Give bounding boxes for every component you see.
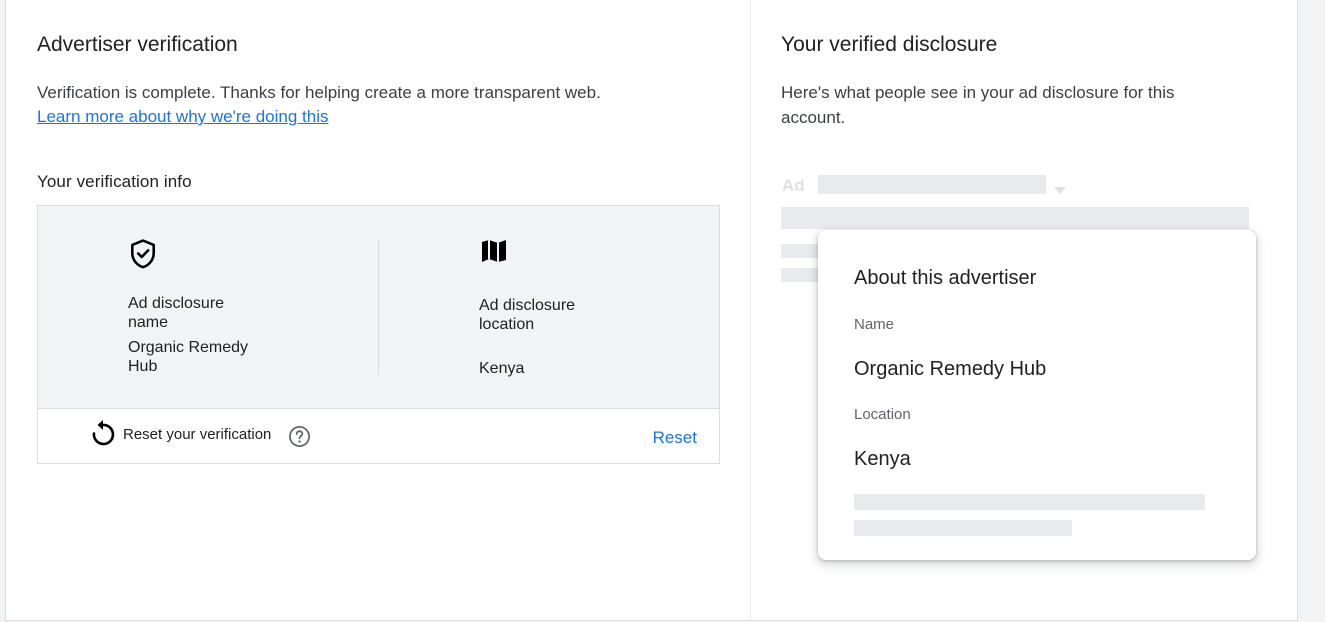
reset-verification-label: Reset your verification — [123, 426, 272, 443]
verification-card: Advertiser verification Verification is … — [5, 0, 1298, 621]
verification-status-text: Verification is complete. Thanks for hel… — [37, 83, 601, 102]
ad-disclosure-name-label: Ad disclosure name — [128, 295, 225, 331]
dropdown-arrow-icon — [1054, 181, 1066, 199]
ad-disclosure-name-value: Organic Remedy Hub — [128, 339, 249, 375]
placeholder-bar — [781, 244, 821, 258]
popup-name-value: Organic Remedy Hub — [854, 358, 1047, 380]
disclosure-description: Here's what people see in your ad disclo… — [781, 83, 1175, 127]
about-advertiser-card: About this advertiser Name Organic Remed… — [818, 230, 1256, 560]
advertiser-verification-title: Advertiser verification — [37, 33, 238, 56]
popup-location-value: Kenya — [854, 448, 911, 470]
verification-info-heading: Your verification info — [37, 172, 192, 191]
verification-info-details: Ad disclosure name Organic Remedy Hub Ad… — [38, 206, 719, 409]
learn-more-link[interactable]: Learn more about why we're doing this — [37, 107, 328, 127]
placeholder-bar — [781, 268, 821, 282]
verified-disclosure-title: Your verified disclosure — [781, 33, 998, 56]
reset-icon — [90, 419, 116, 452]
placeholder-bar — [854, 520, 1072, 536]
placeholder-bar — [781, 207, 1249, 229]
help-icon[interactable] — [288, 425, 311, 453]
placeholder-bar — [818, 175, 1046, 194]
ad-disclosure-location-label: Ad disclosure location — [479, 297, 576, 333]
popup-location-label: Location — [854, 406, 911, 423]
shield-check-icon — [130, 239, 156, 274]
info-column-divider — [378, 239, 379, 375]
ad-badge-placeholder: Ad — [782, 176, 805, 195]
ad-disclosure-location-value: Kenya — [479, 360, 525, 377]
about-advertiser-title: About this advertiser — [854, 267, 1037, 289]
popup-name-label: Name — [854, 316, 895, 333]
column-divider — [750, 0, 751, 620]
map-icon — [481, 239, 507, 268]
reset-button[interactable]: Reset — [653, 428, 697, 448]
verification-info-box: Ad disclosure name Organic Remedy Hub Ad… — [37, 205, 720, 464]
placeholder-bar — [854, 494, 1205, 510]
